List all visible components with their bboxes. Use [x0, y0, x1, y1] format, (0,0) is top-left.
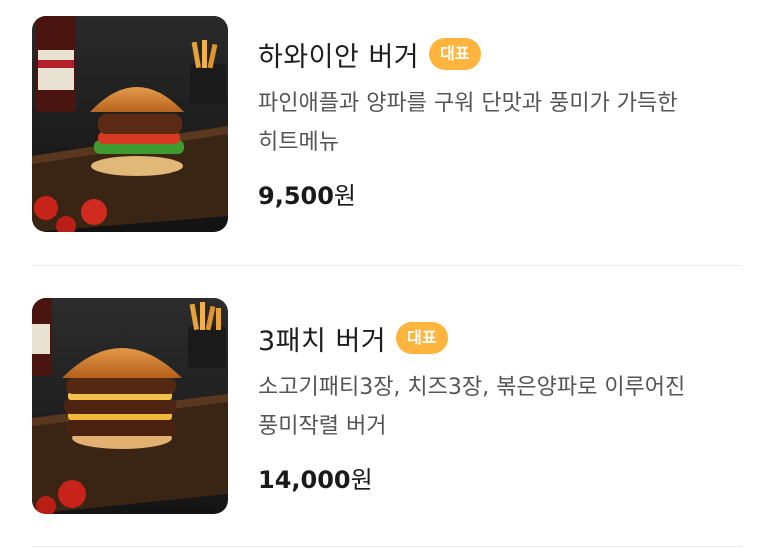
menu-item-info: 3패치 버거 대표 소고기패티3장, 치즈3장, 볶은양파로 이루어진 풍미작렬…: [258, 318, 738, 495]
signature-badge: 대표: [429, 38, 481, 70]
price-amount: 14,000: [258, 466, 351, 494]
menu-item-name[interactable]: 하와이안 버거: [258, 35, 419, 74]
triple-patty-burger-photo: [32, 298, 228, 514]
menu-item-hawaiian-burger[interactable]: 하와이안 버거 대표 파인애플과 양파를 구워 단맛과 풍미가 가득한 히트메뉴…: [0, 0, 773, 265]
menu-item-title-row: 하와이안 버거 대표: [258, 34, 738, 74]
hawaiian-burger-photo: [32, 16, 228, 232]
menu-item-image[interactable]: [32, 298, 228, 514]
menu-list: 하와이안 버거 대표 파인애플과 양파를 구워 단맛과 풍미가 가득한 히트메뉴…: [0, 0, 773, 548]
menu-item-price: 9,500원: [258, 176, 738, 211]
divider: [32, 546, 742, 547]
menu-item-description: 파인애플과 양파를 구워 단맛과 풍미가 가득한 히트메뉴: [258, 91, 678, 155]
menu-item-3patty-burger[interactable]: 3패치 버거 대표 소고기패티3장, 치즈3장, 볶은양파로 이루어진 풍미작렬…: [0, 266, 773, 548]
menu-item-title-row: 3패치 버거 대표: [258, 318, 738, 358]
price-amount: 9,500: [258, 182, 334, 210]
menu-item-info: 하와이안 버거 대표 파인애플과 양파를 구워 단맛과 풍미가 가득한 히트메뉴…: [258, 34, 738, 211]
menu-item-description: 소고기패티3장, 치즈3장, 볶은양파로 이루어진 풍미작렬 버거: [258, 375, 686, 439]
menu-item-image[interactable]: [32, 16, 228, 232]
menu-item-price: 14,000원: [258, 460, 738, 495]
menu-item-name[interactable]: 3패치 버거: [258, 319, 386, 358]
price-currency: 원: [333, 182, 357, 210]
signature-badge: 대표: [396, 322, 448, 354]
price-currency: 원: [350, 466, 373, 494]
